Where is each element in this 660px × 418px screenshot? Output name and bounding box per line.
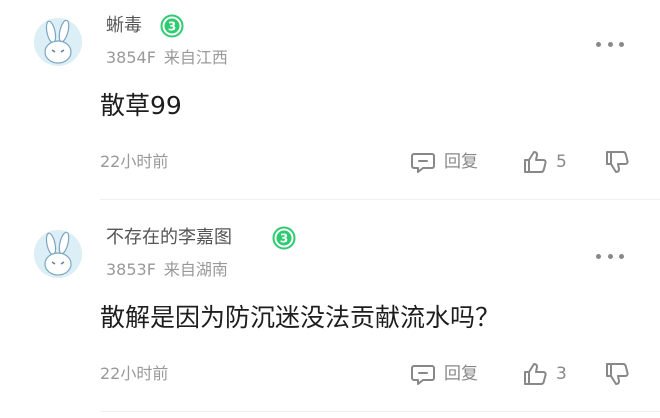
comment-item: 蜥毒 3 3854F 来自江西 散草99 22小时前 回复 5	[0, 0, 660, 200]
avatar[interactable]	[34, 18, 82, 66]
username[interactable]: 蜥毒	[106, 14, 142, 38]
bunny-avatar-icon	[34, 18, 82, 66]
bunny-avatar-icon	[34, 230, 82, 278]
comment-content: 散解是因为防沉迷没法贡献流水吗？	[100, 303, 501, 332]
avatar[interactable]	[34, 230, 82, 278]
reply-button[interactable]: 回复	[410, 360, 478, 388]
floor-number: 3854F	[106, 48, 156, 67]
comment-item: 不存在的李嘉图 3 3853F 来自湖南 散解是因为防沉迷没法贡献流水吗？ 22小…	[0, 212, 660, 412]
reply-label: 回复	[444, 364, 478, 384]
thumb-up-icon	[524, 151, 547, 173]
dislike-button[interactable]	[604, 360, 630, 388]
thumb-down-icon	[606, 151, 629, 173]
location: 来自湖南	[163, 260, 228, 279]
like-button[interactable]: 5	[522, 148, 567, 176]
svg-text:3: 3	[168, 20, 176, 34]
more-dots-icon[interactable]	[596, 40, 624, 48]
dislike-button[interactable]	[604, 148, 630, 176]
thumb-down-icon	[606, 363, 629, 385]
reply-icon	[411, 365, 435, 385]
floor-number: 3853F	[106, 260, 156, 279]
location: 来自江西	[163, 48, 228, 67]
like-count: 5	[556, 152, 567, 172]
comment-meta: 3854F 来自江西	[106, 48, 228, 68]
level-badge-icon: 3	[272, 226, 296, 250]
thumb-up-icon	[524, 363, 547, 385]
divider	[100, 411, 660, 412]
divider	[100, 199, 660, 200]
comment-content: 散草99	[100, 91, 182, 120]
timestamp: 22小时前	[100, 152, 169, 171]
svg-text:3: 3	[280, 232, 288, 246]
more-dots-icon[interactable]	[596, 252, 624, 260]
like-button[interactable]: 3	[522, 360, 567, 388]
reply-icon	[411, 153, 435, 173]
timestamp: 22小时前	[100, 364, 169, 383]
reply-button[interactable]: 回复	[410, 148, 478, 176]
username[interactable]: 不存在的李嘉图	[106, 226, 232, 250]
like-count: 3	[556, 364, 567, 384]
reply-label: 回复	[444, 152, 478, 172]
level-badge-icon: 3	[160, 14, 184, 38]
comment-meta: 3853F 来自湖南	[106, 260, 228, 280]
